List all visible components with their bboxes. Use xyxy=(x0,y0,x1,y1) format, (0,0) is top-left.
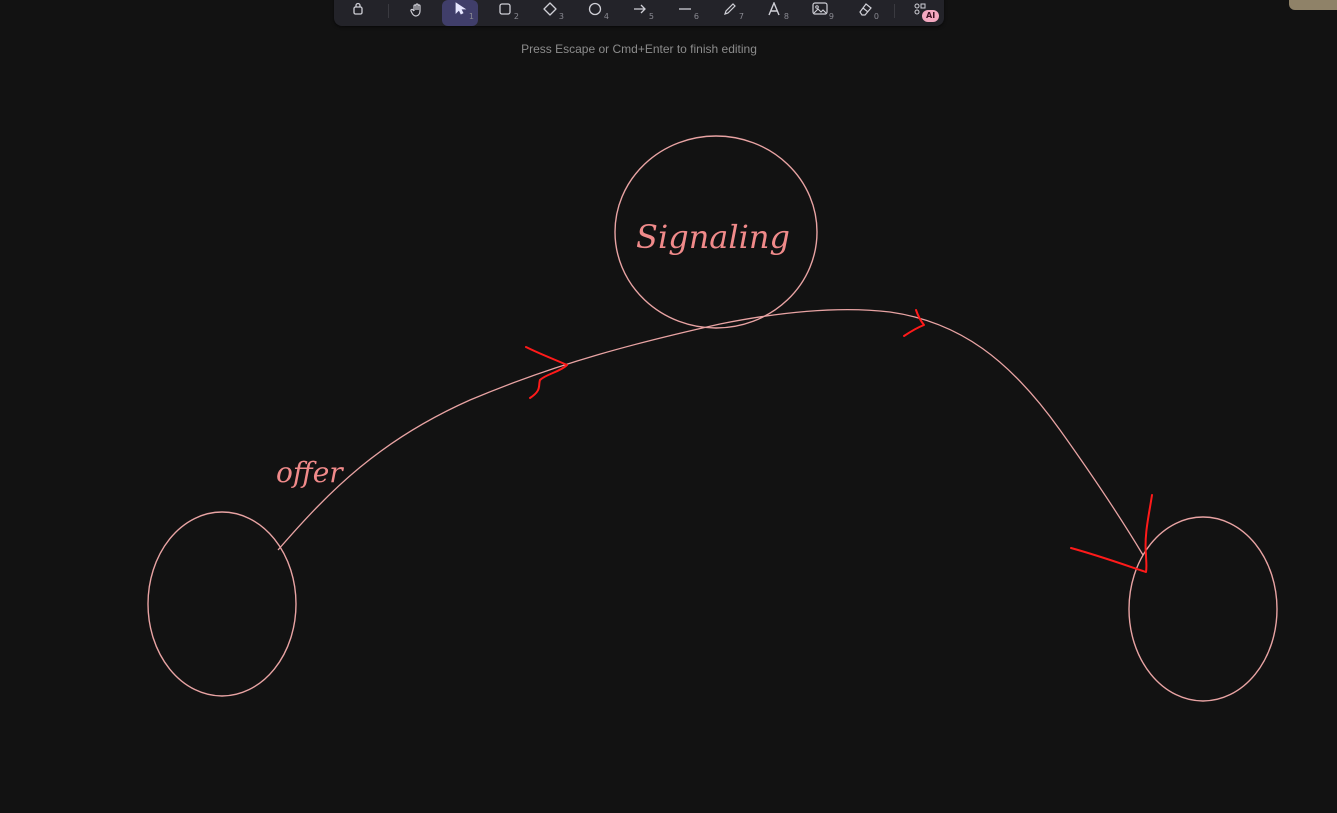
drawing-canvas[interactable]: Signaling offer xyxy=(0,0,1337,813)
signaling-label[interactable]: Signaling xyxy=(636,218,790,256)
annotation-arrowhead-1[interactable] xyxy=(525,346,568,399)
connection-curve[interactable] xyxy=(277,309,1144,556)
offer-label[interactable]: offer xyxy=(276,456,344,489)
left-peer-circle[interactable] xyxy=(147,511,297,697)
annotation-arrowhead-2[interactable] xyxy=(903,309,925,337)
right-peer-circle[interactable] xyxy=(1128,516,1278,702)
